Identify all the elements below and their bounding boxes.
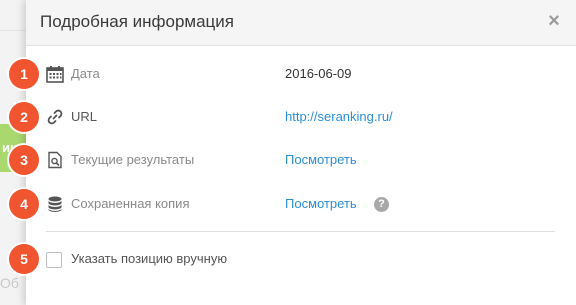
manual-position-row: Указать позицию вручную bbox=[26, 244, 576, 274]
dialog-header: Подробная информация × bbox=[26, 0, 576, 46]
current-results-row: Текущие результаты Посмотреть bbox=[26, 145, 576, 175]
step-badge-1: 1 bbox=[9, 59, 39, 89]
step-badge-4: 4 bbox=[9, 189, 39, 219]
url-link[interactable]: http://seranking.ru/ bbox=[285, 109, 393, 124]
search-document-icon bbox=[48, 151, 62, 169]
link-icon bbox=[47, 109, 63, 125]
step-badge-5: 5 bbox=[9, 244, 39, 274]
step-badge-2: 2 bbox=[9, 102, 39, 132]
saved-copy-label: Сохраненная копия bbox=[71, 196, 190, 211]
details-dialog: Подробная информация × Дата 2016-06-09 U… bbox=[26, 0, 576, 305]
date-label: Дата bbox=[71, 66, 100, 81]
dialog-title: Подробная информация bbox=[40, 12, 234, 31]
date-row: Дата 2016-06-09 bbox=[26, 59, 576, 89]
manual-position-label[interactable]: Указать позицию вручную bbox=[71, 251, 227, 266]
close-button[interactable]: × bbox=[544, 11, 564, 31]
current-results-link[interactable]: Посмотреть bbox=[285, 152, 357, 167]
calendar-icon bbox=[46, 66, 64, 83]
saved-copy-link[interactable]: Посмотреть bbox=[285, 196, 357, 211]
step-badge-3: 3 bbox=[9, 145, 39, 175]
saved-copy-row: Сохраненная копия Посмотреть ? bbox=[26, 189, 576, 219]
divider bbox=[46, 231, 555, 232]
url-label: URL bbox=[71, 109, 98, 124]
close-icon: × bbox=[548, 10, 560, 32]
url-row: URL http://seranking.ru/ bbox=[26, 102, 576, 132]
background-bottom-text: Об bbox=[0, 275, 19, 291]
database-icon bbox=[48, 196, 62, 212]
date-value: 2016-06-09 bbox=[285, 66, 352, 81]
current-results-label: Текущие результаты bbox=[71, 152, 195, 167]
background-divider bbox=[0, 30, 26, 31]
help-icon[interactable]: ? bbox=[374, 197, 389, 212]
manual-position-checkbox[interactable] bbox=[46, 252, 62, 268]
